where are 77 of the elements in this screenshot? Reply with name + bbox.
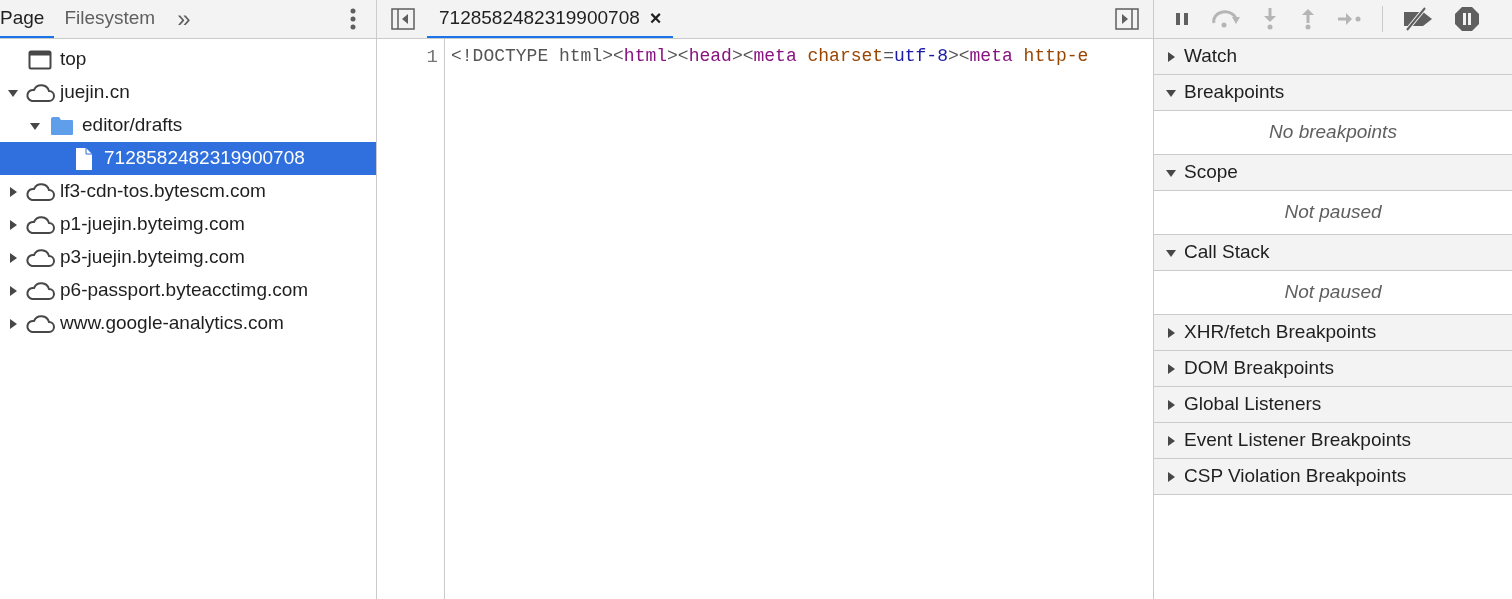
file-icon bbox=[74, 146, 94, 171]
empty-message: Not paused bbox=[1284, 200, 1382, 225]
tree-label: p6-passport.byteacctimg.com bbox=[60, 278, 309, 303]
collapsed-triangle-icon[interactable] bbox=[1166, 51, 1176, 62]
collapsed-triangle-icon[interactable] bbox=[8, 219, 18, 230]
section-header[interactable]: CSP Violation Breakpoints bbox=[1154, 459, 1512, 495]
code-line: <!DOCTYPE html><html><head><meta charset=utf-8><meta http-e bbox=[451, 45, 1090, 68]
tree-item[interactable]: p1-juejin.byteimg.com bbox=[0, 208, 376, 241]
expanded-triangle-icon[interactable] bbox=[1166, 87, 1176, 98]
tree-item[interactable]: juejin.cn bbox=[0, 76, 376, 109]
cloud-icon bbox=[25, 82, 55, 103]
more-options-icon[interactable] bbox=[350, 8, 356, 30]
cloud-icon bbox=[25, 313, 55, 334]
more-tabs-button[interactable]: » bbox=[165, 0, 203, 38]
expanded-triangle-icon[interactable] bbox=[1166, 167, 1176, 178]
tree-label: juejin.cn bbox=[60, 80, 130, 105]
close-tab-button[interactable]: × bbox=[649, 8, 662, 28]
collapsed-triangle-icon[interactable] bbox=[1166, 363, 1176, 374]
cloud-icon bbox=[25, 280, 55, 301]
section-header[interactable]: XHR/fetch Breakpoints bbox=[1154, 315, 1512, 351]
cloud-icon bbox=[25, 214, 55, 235]
section-title: Watch bbox=[1184, 44, 1238, 69]
section-header[interactable]: Scope bbox=[1154, 155, 1512, 191]
window-icon bbox=[28, 49, 52, 70]
collapsed-triangle-icon[interactable] bbox=[8, 186, 18, 197]
section-header[interactable]: DOM Breakpoints bbox=[1154, 351, 1512, 387]
tree-label: editor/drafts bbox=[82, 113, 183, 138]
cloud-icon bbox=[25, 181, 55, 202]
section-header[interactable]: Watch bbox=[1154, 39, 1512, 75]
debugger-toolbar-button[interactable] bbox=[1453, 5, 1481, 33]
tree-item[interactable]: top bbox=[0, 43, 376, 76]
collapsed-triangle-icon[interactable] bbox=[8, 318, 18, 329]
section-header[interactable]: Global Listeners bbox=[1154, 387, 1512, 423]
collapsed-triangle-icon[interactable] bbox=[8, 252, 18, 263]
collapsed-triangle-icon[interactable] bbox=[1166, 471, 1176, 482]
section-title: DOM Breakpoints bbox=[1184, 356, 1334, 381]
section-title: Event Listener Breakpoints bbox=[1184, 428, 1412, 453]
section-title: XHR/fetch Breakpoints bbox=[1184, 320, 1377, 345]
section-title: CSP Violation Breakpoints bbox=[1184, 464, 1407, 489]
expanded-triangle-icon[interactable] bbox=[1166, 247, 1176, 258]
tree-item[interactable]: 7128582482319900708 bbox=[0, 142, 376, 175]
collapsed-triangle-icon[interactable] bbox=[1166, 435, 1176, 446]
empty-message: No breakpoints bbox=[1269, 120, 1397, 145]
section-title: Scope bbox=[1184, 160, 1238, 185]
collapsed-triangle-icon[interactable] bbox=[1166, 399, 1176, 410]
folder-icon bbox=[50, 115, 74, 136]
navigator-tab[interactable]: Page bbox=[0, 0, 55, 38]
collapsed-triangle-icon[interactable] bbox=[1166, 327, 1176, 338]
expanded-triangle-icon[interactable] bbox=[8, 87, 18, 98]
line-number: 1 bbox=[425, 45, 439, 69]
collapsed-triangle-icon[interactable] bbox=[8, 285, 18, 296]
tree-item[interactable]: lf3-cdn-tos.bytescm.com bbox=[0, 175, 376, 208]
section-header[interactable]: Call Stack bbox=[1154, 235, 1512, 271]
tree-item[interactable]: p6-passport.byteacctimg.com bbox=[0, 274, 376, 307]
section-header[interactable]: Breakpoints bbox=[1154, 75, 1512, 111]
section-title: Breakpoints bbox=[1184, 80, 1285, 105]
section-title: Call Stack bbox=[1184, 240, 1270, 265]
tree-label: www.google-analytics.com bbox=[60, 311, 284, 336]
tree-label: 7128582482319900708 bbox=[104, 146, 305, 171]
tree-item[interactable]: editor/drafts bbox=[0, 109, 376, 142]
step-over-icon bbox=[1210, 9, 1242, 29]
tree-label: p1-juejin.byteimg.com bbox=[60, 212, 245, 237]
tree-label: p3-juejin.byteimg.com bbox=[60, 245, 245, 270]
pause-on-exceptions-icon bbox=[1453, 5, 1481, 33]
tree-item[interactable]: www.google-analytics.com bbox=[0, 307, 376, 340]
toggle-navigator-icon[interactable] bbox=[391, 8, 415, 30]
tree-label: top bbox=[60, 47, 87, 72]
section-header[interactable]: Event Listener Breakpoints bbox=[1154, 423, 1512, 459]
navigator-tab[interactable]: Filesystem bbox=[54, 0, 166, 38]
tree-item[interactable]: p3-juejin.byteimg.com bbox=[0, 241, 376, 274]
file-tab-label: 7128582482319900708 bbox=[439, 5, 640, 30]
expanded-triangle-icon[interactable] bbox=[30, 120, 40, 131]
section-title: Global Listeners bbox=[1184, 392, 1322, 417]
empty-message: Not paused bbox=[1284, 280, 1382, 305]
toggle-debugger-icon[interactable] bbox=[1115, 8, 1139, 30]
tree-label: lf3-cdn-tos.bytescm.com bbox=[60, 179, 266, 204]
cloud-icon bbox=[25, 247, 55, 268]
